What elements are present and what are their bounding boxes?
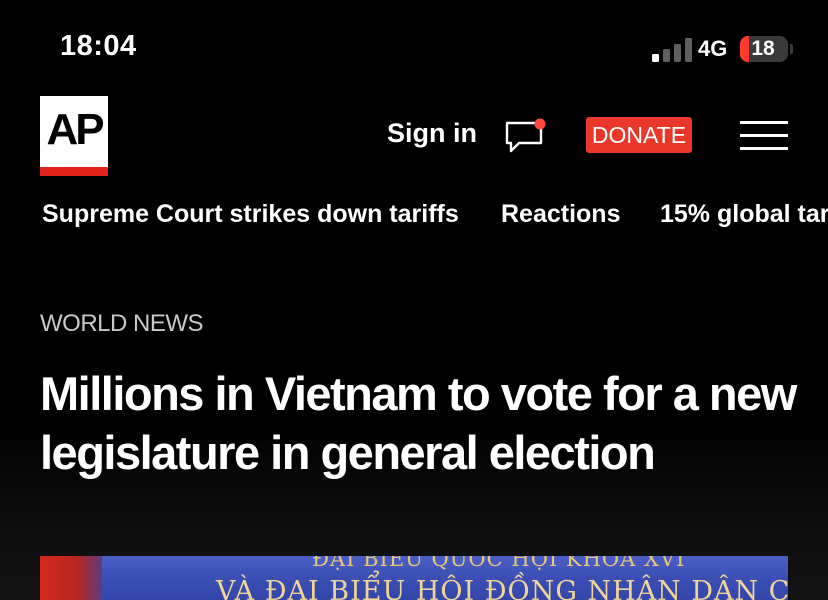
photo-red-edge: [40, 556, 102, 600]
ap-logo[interactable]: AP: [40, 96, 108, 176]
donate-button[interactable]: DONATE: [586, 117, 692, 153]
battery-icon: 18: [740, 36, 788, 62]
status-time: 18:04: [60, 30, 137, 62]
logo-text: AP: [46, 105, 104, 154]
logo-stripe: [40, 167, 108, 176]
app-screen: 18:04 4G 18 AP Sign in DONATE Supreme Co…: [0, 0, 828, 600]
battery-level: 18: [751, 37, 775, 60]
trending-item[interactable]: 15% global tariff: [660, 200, 828, 229]
trending-item[interactable]: Reactions: [501, 200, 620, 229]
network-type: 4G: [698, 36, 728, 61]
article-headline: Millions in Vietnam to vote for a new le…: [40, 367, 797, 479]
trending-bar: Supreme Court strikes down tariffs React…: [0, 198, 828, 238]
menu-icon[interactable]: [740, 121, 788, 151]
article-category[interactable]: WORLD NEWS: [40, 310, 204, 338]
signal-strength-icon: [652, 37, 692, 62]
photo-banner-text-1: ĐẠI BIỂU QUỐC HỘI KHÓA XVI: [312, 556, 686, 571]
photo-banner-text-2: VÀ ĐẠI BIỂU HỘI ĐỒNG NHÂN DÂN CÁC CẤP: [216, 576, 788, 600]
sign-in-link[interactable]: Sign in: [387, 118, 477, 149]
chat-icon[interactable]: [504, 116, 548, 156]
battery-tip: [790, 44, 793, 54]
article-photo[interactable]: ĐẠI BIỂU QUỐC HỘI KHÓA XVI VÀ ĐẠI BIỂU H…: [40, 556, 788, 600]
trending-item[interactable]: Supreme Court strikes down tariffs: [42, 200, 459, 229]
